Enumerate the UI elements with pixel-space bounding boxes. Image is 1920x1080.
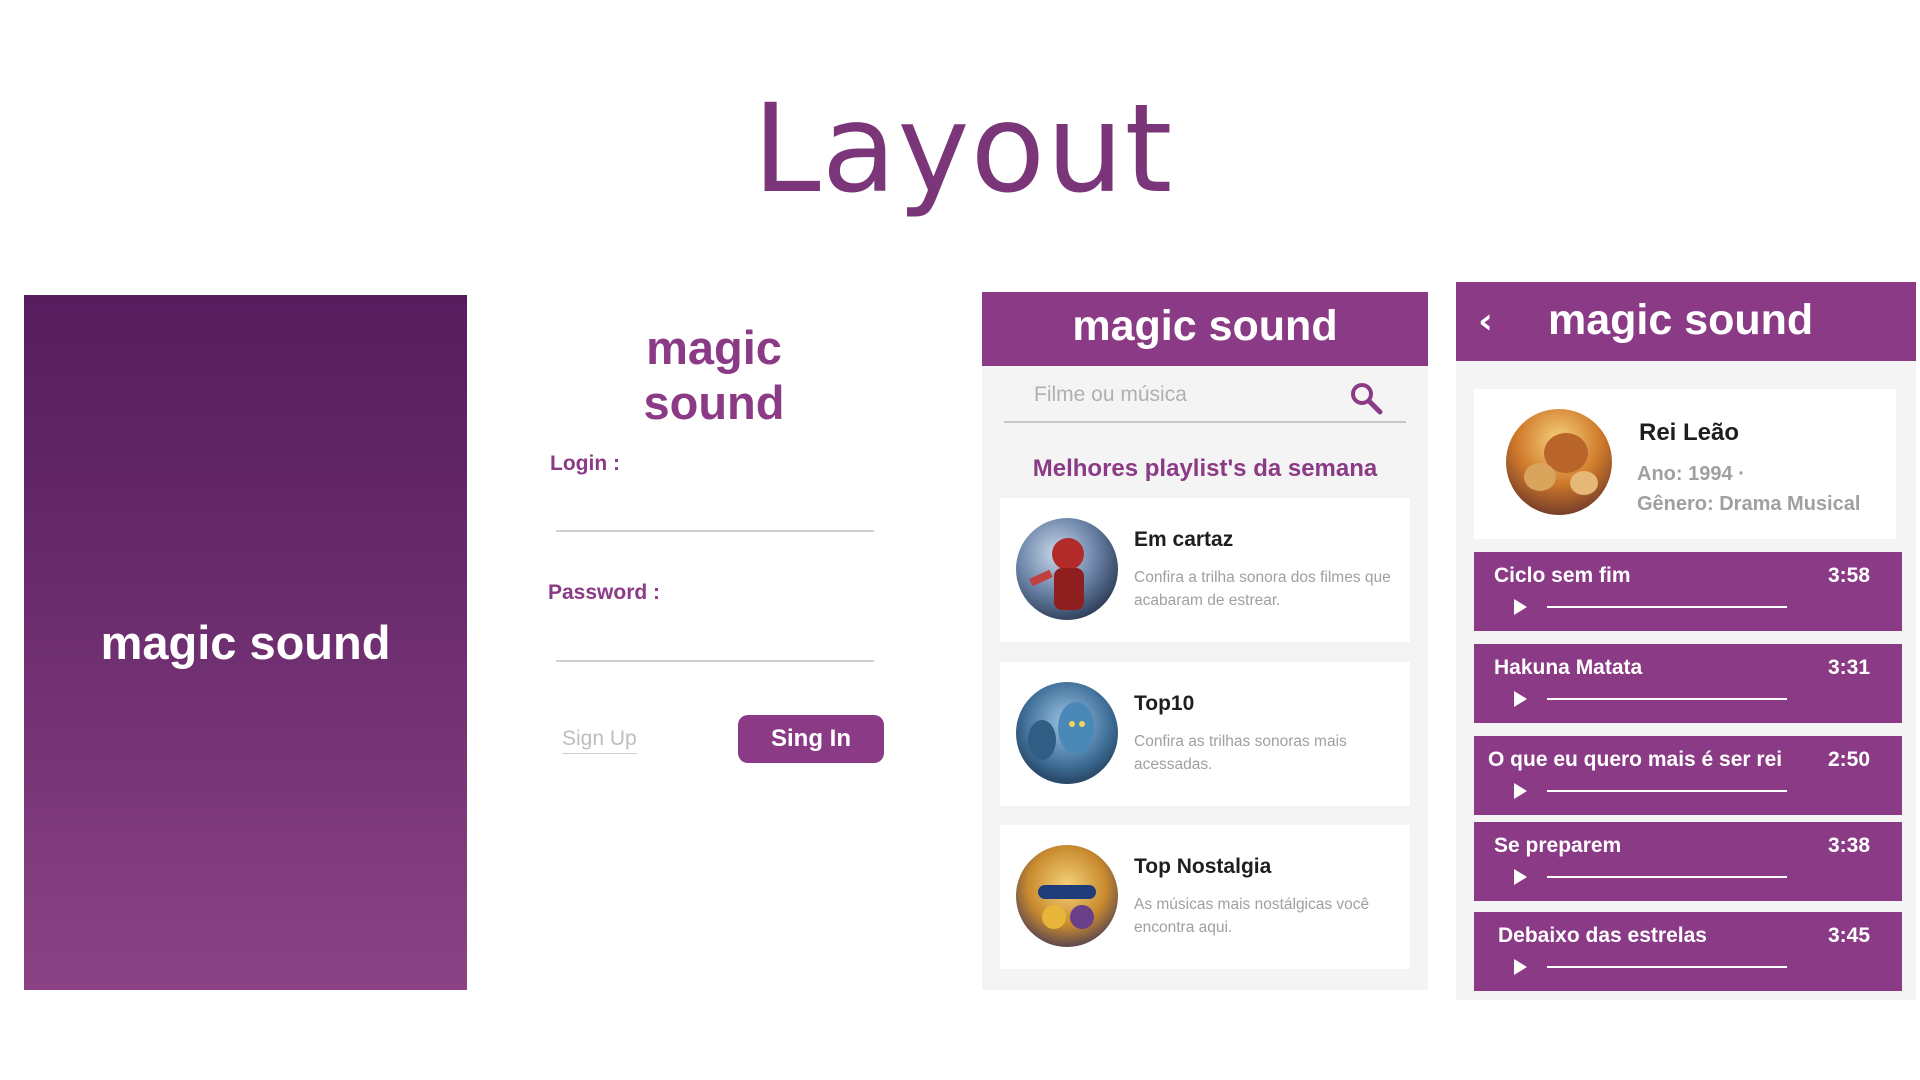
play-icon[interactable] [1514, 959, 1527, 975]
detail-appbar: ‹ magic sound [1456, 282, 1916, 361]
playlist-title: Em cartaz [1134, 528, 1234, 551]
splash-brand: magic sound [100, 616, 391, 669]
playlist-card[interactable]: Top10 Confira as trilhas sonoras mais ac… [1000, 662, 1410, 806]
detail-screen: ‹ magic sound Rei Leão Ano: 1994 · Gêner… [1456, 282, 1916, 1000]
album-genre: Gênero: Drama Musical [1637, 493, 1861, 515]
track-duration: 3:45 [1827, 924, 1870, 947]
album-year: Ano: 1994 · [1637, 463, 1745, 485]
playlist-description: Confira as trilhas sonoras mais acessada… [1134, 733, 1347, 773]
login-brand: magic sound [643, 321, 785, 429]
track-name: Ciclo sem fim [1494, 564, 1631, 587]
track-progress-bar[interactable] [1547, 966, 1787, 968]
track-duration: 3:58 [1827, 564, 1870, 587]
back-chevron-icon[interactable]: ‹ [1478, 302, 1508, 342]
track-row[interactable]: Debaixo das estrelas 3:45 [1474, 912, 1902, 991]
album-title: Rei Leão [1639, 419, 1740, 446]
search-icon[interactable] [1348, 380, 1384, 416]
playlist-card[interactable]: Top Nostalgia As músicas mais nostálgica… [1000, 825, 1410, 969]
page-title: Layout [752, 78, 1174, 220]
search-underline [1004, 421, 1406, 423]
play-icon[interactable] [1514, 691, 1527, 707]
track-duration: 3:38 [1827, 834, 1870, 857]
track-row[interactable]: Se preparem 3:38 [1474, 822, 1902, 901]
login-field[interactable] [556, 530, 874, 532]
track-row[interactable]: Hakuna Matata 3:31 [1474, 644, 1902, 723]
signup-link[interactable]: Sign Up [562, 727, 637, 754]
track-row[interactable]: Ciclo sem fim 3:58 [1474, 552, 1902, 631]
login-label: Login : [550, 452, 620, 475]
track-name: Hakuna Matata [1494, 656, 1643, 679]
track-progress-bar[interactable] [1547, 790, 1787, 792]
play-icon[interactable] [1514, 783, 1527, 799]
track-progress-bar[interactable] [1547, 606, 1787, 608]
signin-button[interactable]: Sing In [738, 715, 884, 763]
playlist-title: Top Nostalgia [1134, 855, 1272, 878]
playlist-thumbnail [1016, 518, 1118, 620]
password-field[interactable] [556, 660, 874, 662]
login-screen: magic sound Login : Password : Sign Up S… [490, 295, 910, 795]
track-name: Se preparem [1494, 834, 1622, 857]
track-name: Debaixo das estrelas [1498, 924, 1707, 947]
home-appbar: magic sound [982, 292, 1428, 366]
home-brand: magic sound [1072, 302, 1338, 350]
search-input[interactable] [1032, 382, 1336, 408]
playlist-description: As músicas mais nostálgicas você encontr… [1134, 896, 1370, 936]
playlist-description: Confira a trilha sonora dos filmes que a… [1134, 569, 1391, 609]
play-icon[interactable] [1514, 599, 1527, 615]
playlist-thumbnail [1016, 845, 1118, 947]
track-name: O que eu quero mais é ser rei [1488, 748, 1783, 771]
detail-brand: magic sound [1548, 296, 1814, 344]
playlist-thumbnail [1016, 682, 1118, 784]
track-progress-bar[interactable] [1547, 698, 1787, 700]
track-row[interactable]: O que eu quero mais é ser rei 2:50 [1474, 736, 1902, 815]
splash-screen: magic sound [24, 295, 467, 990]
track-duration: 3:31 [1827, 656, 1870, 679]
album-art [1506, 409, 1612, 515]
album-card: Rei Leão Ano: 1994 · Gênero: Drama Music… [1474, 389, 1896, 539]
playlist-card[interactable]: Em cartaz Confira a trilha sonora dos fi… [1000, 498, 1410, 642]
playlist-title: Top10 [1134, 692, 1195, 715]
play-icon[interactable] [1514, 869, 1527, 885]
track-duration: 2:50 [1827, 748, 1870, 771]
track-progress-bar[interactable] [1547, 876, 1787, 878]
home-screen: magic sound Melhores playlist's da seman… [982, 292, 1428, 990]
section-title: Melhores playlist's da semana [1032, 455, 1378, 482]
password-label: Password : [548, 581, 661, 604]
